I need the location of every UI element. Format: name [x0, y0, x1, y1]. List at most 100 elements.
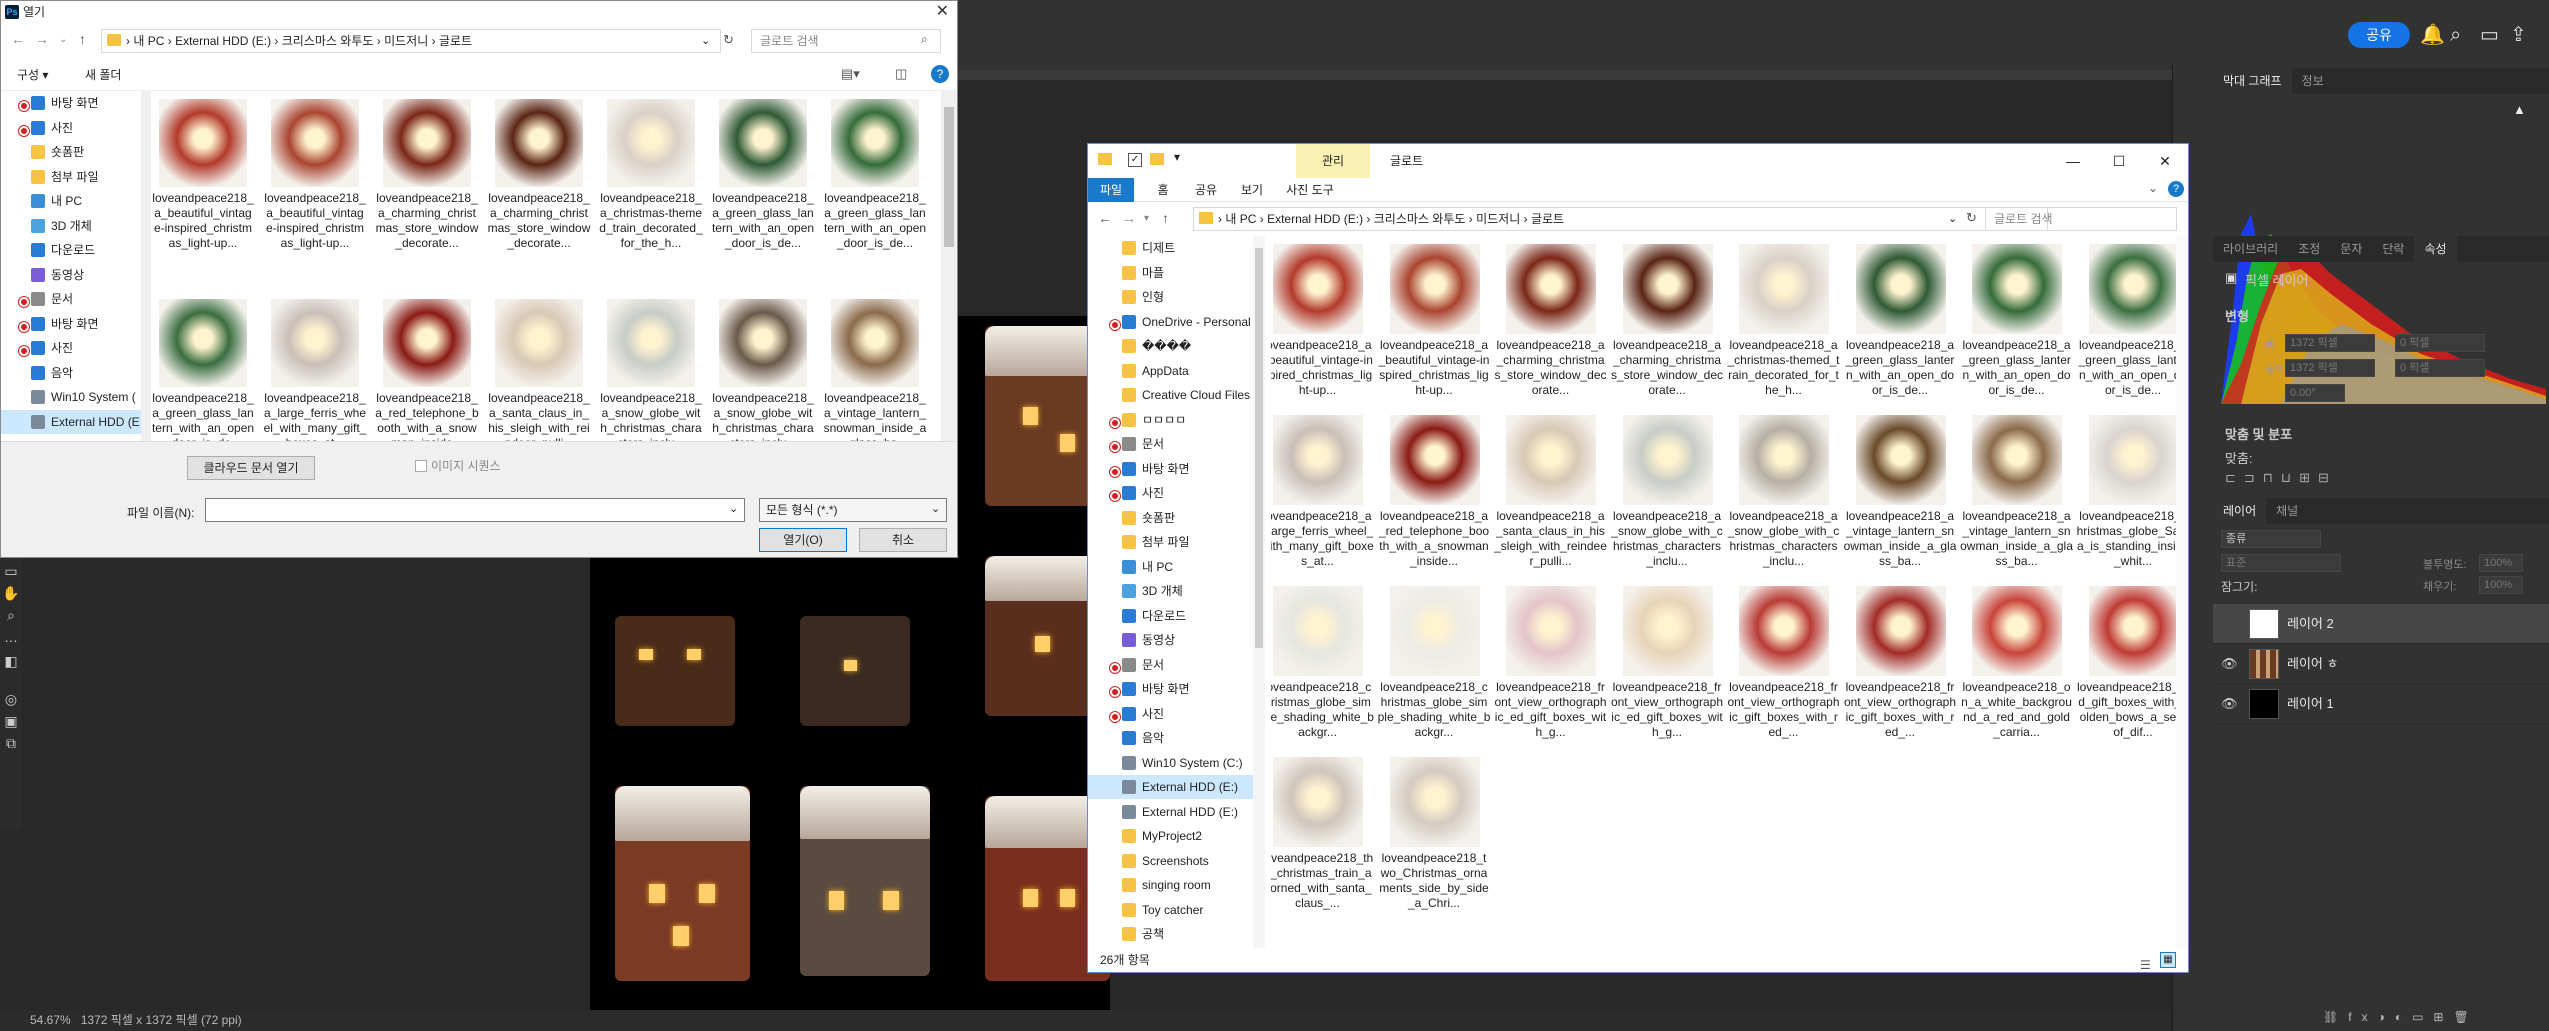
breadcrumb-item[interactable]: 내 PC: [133, 34, 164, 48]
file-tile[interactable]: loveandpeace218_a_green_glass_lantern_wi…: [151, 291, 255, 441]
sidebar-item[interactable]: 첨부 파일: [1, 165, 141, 189]
cancel-button[interactable]: 취소: [859, 528, 947, 552]
sidebar-item[interactable]: Screenshots: [1088, 849, 1253, 873]
sidebar-item[interactable]: 바탕 화면: [1, 312, 141, 336]
refresh-icon[interactable]: ↻: [1966, 210, 1977, 226]
zoom-level[interactable]: 54.67%: [30, 1013, 71, 1027]
tab-layers[interactable]: 레이어: [2213, 498, 2267, 524]
tab-share[interactable]: 공유: [1188, 178, 1224, 202]
sidebar-item[interactable]: Win10 System (: [1, 385, 141, 409]
sidebar-item[interactable]: 3D 개체: [1088, 579, 1253, 603]
help-icon[interactable]: ?: [2168, 181, 2184, 197]
fill-field[interactable]: 100%: [2479, 576, 2523, 594]
file-tile[interactable]: loveandpeace218_a_snow_globe_with_christ…: [599, 291, 703, 441]
share-button[interactable]: 공유: [2348, 22, 2410, 48]
file-tile[interactable]: loveandpeace218_front_view_orthographic_…: [1494, 578, 1607, 739]
file-tile[interactable]: loveandpeace218_a_charming_christmas_sto…: [375, 91, 479, 281]
details-view-icon[interactable]: ☰: [2140, 953, 2151, 977]
file-tile[interactable]: loveandpeace218_christmas_globe_simple_s…: [1378, 578, 1491, 739]
close-button[interactable]: ✕: [2142, 144, 2188, 178]
file-tile[interactable]: loveandpeace218_a_snow_globe_with_christ…: [1611, 407, 1724, 568]
workspace-icon[interactable]: ▭: [2480, 22, 2499, 48]
sidebar-item[interactable]: 첨부 파일: [1088, 530, 1253, 554]
sidebar-item[interactable]: 인형: [1088, 285, 1253, 309]
width-field[interactable]: 1372 픽셀: [2285, 334, 2375, 352]
breadcrumb-item[interactable]: 미드저니: [1476, 212, 1520, 226]
tab-home[interactable]: 홈: [1148, 178, 1178, 202]
file-tile[interactable]: loveandpeace218_a_charming_christmas_sto…: [487, 91, 591, 281]
file-tile[interactable]: loveandpeace218_a_beautiful_vintage-insp…: [151, 91, 255, 281]
sidebar-item[interactable]: Toy catcher: [1088, 898, 1253, 922]
color-swatches-icon[interactable]: ◧: [2, 652, 20, 670]
file-tile[interactable]: loveandpeace218_a_christmas-themed_train…: [1727, 236, 1840, 397]
align-heading[interactable]: 맞춤 및 분포: [2225, 424, 2292, 443]
address-bar[interactable]: › 내 PC › External HDD (E:) › 크리스마스 와투도 ›…: [101, 29, 721, 53]
sidebar-item[interactable]: 사진: [1, 116, 141, 140]
breadcrumb-item[interactable]: External HDD (E:): [175, 34, 271, 48]
tab-histogram[interactable]: 막대 그래프: [2213, 68, 2292, 94]
warning-icon[interactable]: ▲: [2513, 102, 2526, 117]
layer-row[interactable]: 👁 레이어 1: [2213, 684, 2549, 724]
forward-arrow-icon[interactable]: →: [1122, 210, 1136, 226]
breadcrumb-item[interactable]: 글로트: [1531, 212, 1564, 226]
file-tile[interactable]: loveandpeace218_a_snow_globe_with_christ…: [1727, 407, 1840, 568]
file-tile[interactable]: loveandpeace218_a_charming_christmas_sto…: [1494, 236, 1607, 397]
new-folder-quick-icon[interactable]: [1150, 153, 1164, 165]
tab-libraries[interactable]: 라이브러리: [2213, 236, 2288, 262]
file-tile[interactable]: loveandpeace218_a_large_ferris_wheel_wit…: [263, 291, 367, 441]
height-field[interactable]: 1372 픽셀: [2285, 359, 2375, 377]
sidebar-item[interactable]: AppData: [1088, 359, 1253, 383]
search-icon[interactable]: ⌕: [2450, 22, 2461, 48]
search-input[interactable]: 글로트 검색: [751, 29, 941, 53]
scrollbar-thumb[interactable]: [944, 107, 954, 247]
new-folder-button[interactable]: 새 폴더: [85, 66, 121, 83]
file-tile[interactable]: loveandpeace218_a_christmas-themed_train…: [599, 91, 703, 281]
sidebar-item[interactable]: 숏폼판: [1, 140, 141, 164]
file-tile[interactable]: loveandpeace218_red_gift_boxes_with_gold…: [2077, 578, 2176, 739]
dialog-file-scrollbar[interactable]: [941, 91, 957, 441]
sidebar-item[interactable]: Win10 System (C:): [1088, 751, 1253, 775]
sidebar-item[interactable]: 다운로드: [1088, 604, 1253, 628]
recent-locations-icon[interactable]: ▾: [1144, 213, 1149, 224]
file-tile[interactable]: loveandpeace218_a_beautiful_vintage-insp…: [263, 91, 367, 281]
navigation-pane-scrollbar[interactable]: [1253, 236, 1265, 948]
sidebar-item[interactable]: ㅁㅁㅁㅁ: [1088, 408, 1253, 432]
sidebar-item[interactable]: ����: [1088, 334, 1253, 358]
bell-icon[interactable]: 🔔: [2420, 22, 2445, 48]
minimize-button[interactable]: —: [2050, 144, 2096, 178]
layer-name[interactable]: 레이어 2: [2287, 604, 2334, 644]
close-button[interactable]: ✕: [936, 1, 949, 23]
file-tile[interactable]: loveandpeace218_a_green_glass_lantern_wi…: [711, 91, 815, 281]
file-tile[interactable]: loveandpeace218_front_view_orthographic_…: [1727, 578, 1840, 739]
file-tile[interactable]: loveandpeace218_a_large_ferris_wheel_wit…: [1271, 407, 1374, 568]
breadcrumb-item[interactable]: 크리스마스 와투도: [282, 34, 374, 48]
refresh-icon[interactable]: ↻: [723, 32, 734, 48]
file-tile[interactable]: loveandpeace218_a_beautiful_vintage-insp…: [1271, 236, 1374, 397]
layer-name[interactable]: 레이어 ㅎ: [2287, 644, 2338, 684]
sidebar-item[interactable]: 내 PC: [1088, 555, 1253, 579]
file-tile[interactable]: loveandpeace218_two_Christmas_ornaments_…: [1378, 749, 1491, 910]
sidebar-item[interactable]: 동영상: [1088, 628, 1253, 652]
file-tile[interactable]: loveandpeace218_front_view_orthographic_…: [1844, 578, 1957, 739]
sidebar-item[interactable]: 바탕 화면: [1088, 677, 1253, 701]
frame-tool-icon[interactable]: ⧉: [2, 734, 20, 752]
quick-access-dropdown-icon[interactable]: ▾: [1174, 150, 1180, 164]
tab-view[interactable]: 보기: [1234, 178, 1270, 202]
file-tile[interactable]: loveandpeace218_a_santa_claus_in_his_sle…: [487, 291, 591, 441]
back-arrow-icon[interactable]: ←: [11, 31, 25, 47]
sidebar-item[interactable]: OneDrive - Personal: [1088, 310, 1253, 334]
visibility-eye-icon[interactable]: 👁: [2221, 696, 2238, 712]
tab-manage[interactable]: 관리: [1296, 144, 1370, 178]
breadcrumb-item[interactable]: 글로트: [439, 34, 472, 48]
search-input[interactable]: 글로트 검색: [1985, 207, 2177, 231]
address-bar[interactable]: › 내 PC › External HDD (E:) › 크리스마스 와투도 ›…: [1193, 207, 2048, 231]
y-field[interactable]: 0 픽셀: [2395, 359, 2485, 377]
filename-dropdown-icon[interactable]: ⌄: [729, 502, 738, 515]
sidebar-item[interactable]: 공책: [1088, 922, 1253, 946]
image-sequence-checkbox[interactable]: [415, 460, 427, 472]
address-dropdown-icon[interactable]: ⌄: [701, 34, 710, 47]
file-tile[interactable]: loveandpeace218_a_charming_christmas_sto…: [1611, 236, 1724, 397]
file-tile[interactable]: loveandpeace218_christmas_globe_simple_s…: [1271, 578, 1374, 739]
layer-name[interactable]: 레이어 1: [2287, 684, 2334, 724]
file-tile[interactable]: loveandpeace218_a_snow_globe_with_christ…: [711, 291, 815, 441]
